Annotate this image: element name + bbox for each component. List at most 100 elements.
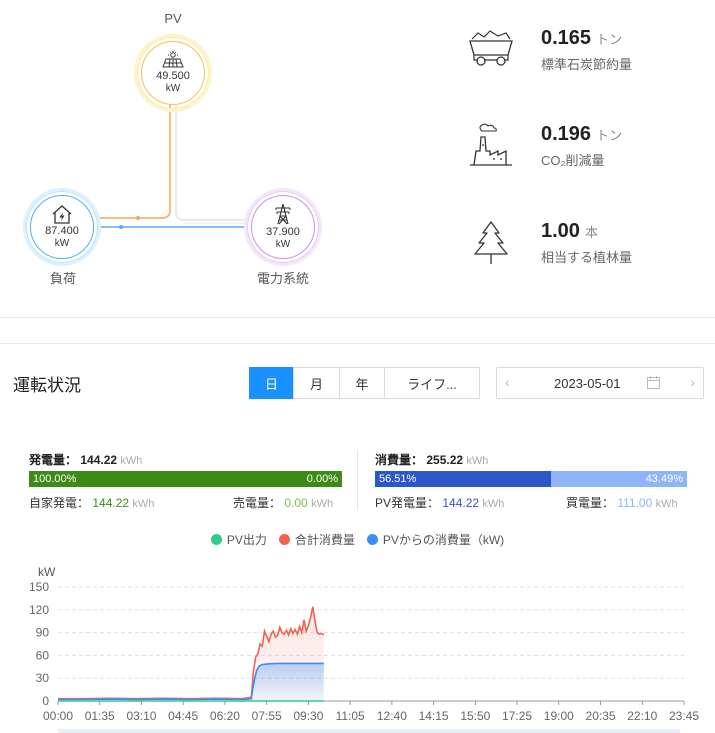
y-tick-label: 90 [36, 626, 50, 640]
stat-co2-label: CO₂削減量 [541, 153, 605, 168]
x-tick-label: 04:45 [168, 709, 198, 723]
pv-flow-line-shadow [175, 104, 246, 221]
tab-lifetime[interactable]: ライフ... [384, 367, 480, 399]
consumption-pv-pct: 56.51% [379, 473, 417, 485]
power-tower-icon [275, 203, 291, 225]
generation-self-unit: kWh [132, 498, 155, 510]
tab-month[interactable]: 月 [293, 367, 340, 399]
stat-trees-value: 1.00 [541, 220, 580, 242]
x-tick-label: 15:50 [460, 709, 490, 723]
x-tick-label: 19:00 [544, 709, 574, 723]
pv-flow-line [99, 104, 171, 219]
generation-header: 発電量： 144.22 kWh [29, 451, 142, 468]
grid-value: 37.900 [266, 226, 300, 238]
generation-sell-value: 0.00 [284, 496, 308, 510]
consumption-buy-pct: 43.49% [645, 473, 683, 485]
stat-trees-unit: 本 [584, 225, 598, 240]
consumption-label: 消費量： [375, 453, 424, 467]
consumption-buy-value: 111.00 [617, 496, 653, 510]
energy-flow-diagram: PV 49.500 kW 87.400 kW 負荷 37.900 kW 電力系統 [0, 0, 440, 300]
date-value[interactable]: 2023-05-01 [554, 376, 621, 391]
calendar-icon[interactable] [647, 376, 660, 389]
y-tick-label: 0 [42, 694, 49, 708]
generation-self-segment: 100.00% 0.00% [29, 471, 342, 487]
chart-legend: PV出力 合計消費量 PVからの消費量（kW) [0, 531, 715, 548]
chevron-left-icon[interactable]: ‹ [505, 374, 510, 390]
generation-self-row: 自家発電： 144.22 kWh [29, 494, 154, 511]
generation-sell-row: 売電量： 0.00 kWh [233, 494, 333, 511]
stat-coal-value-wrap: 0.165 トン [541, 27, 622, 50]
generation-unit: kWh [120, 455, 143, 467]
stat-coal-saved: 0.165 トン 標準石炭節約量 [468, 27, 708, 77]
pv-value: 49.500 [156, 70, 190, 82]
generation-sell-pct: 0.00% [306, 473, 338, 485]
pv-unit: kW [165, 83, 181, 94]
consumption-pv-label: PV発電量： [375, 496, 440, 510]
grid-unit: kW [275, 239, 291, 250]
load-unit: kW [54, 237, 70, 249]
consumption-header: 消費量： 255.22 kWh [375, 451, 488, 468]
power-chart[interactable]: kW 0 30 60 90 120 150 00:00 01:35 03:10 04:45 06:20… [0, 560, 715, 730]
stat-trees-label: 相当する植林量 [541, 250, 633, 265]
grid-label: 電力系統 [256, 271, 309, 286]
consumption-buy-label: 買電量： [566, 496, 615, 510]
generation-label: 発電量： [29, 453, 78, 467]
grid-node[interactable]: 37.900 kW [244, 188, 322, 266]
stat-co2-unit: トン [596, 128, 623, 143]
consumption-buy-unit: kWh [655, 498, 678, 510]
legend-dot [210, 534, 222, 545]
chevron-right-icon[interactable]: › [690, 374, 695, 390]
legend-label: 合計消費量 [294, 533, 355, 547]
pv-node[interactable]: 49.500 kW [134, 34, 212, 112]
consumption-pv-value: 144.22 [442, 496, 480, 510]
consumption-value: 255.22 [426, 453, 464, 467]
x-tick-label: 00:00 [43, 709, 73, 723]
coal-cart-icon [469, 30, 513, 66]
consumption-buy-row: 買電量： 111.00 kWh [566, 494, 678, 511]
x-tick-label: 20:35 [586, 709, 616, 723]
solar-panel-icon [162, 51, 184, 68]
summary-divider [357, 450, 358, 510]
chart-zoom-slider[interactable] [58, 729, 680, 733]
consumption-pv-row: PV発電量： 144.22 kWh [375, 494, 504, 511]
stat-co2-reduced: 0.196 トン CO₂削減量 [468, 123, 708, 173]
legend-label: PVからの消費量（kW) [382, 533, 505, 547]
stat-coal-unit: トン [596, 32, 623, 47]
legend-dot [366, 534, 378, 545]
load-value: 87.400 [45, 224, 79, 237]
legend-label: PV出力 [226, 533, 267, 547]
legend-dot [278, 534, 290, 545]
generation-bar: 100.00% 0.00% [29, 471, 342, 487]
x-tick-label: 06:20 [210, 709, 240, 723]
x-tick-label: 11:05 [336, 709, 365, 723]
legend-item-pv-consumption[interactable]: PVからの消費量（kW) [366, 531, 505, 548]
tab-day[interactable]: 日 [249, 367, 294, 399]
y-tick-label: 60 [36, 648, 50, 662]
house-icon [52, 204, 72, 224]
grid-flow-dot [119, 225, 123, 229]
load-node[interactable]: 87.400 kW [23, 188, 101, 266]
consumption-pv-unit: kWh [482, 498, 505, 510]
tab-year[interactable]: 年 [339, 367, 385, 399]
x-tick-label: 03:10 [126, 709, 156, 723]
stat-trees-planted: 1.00 本 相当する植林量 [468, 220, 708, 270]
divider [0, 317, 715, 318]
stat-coal-value: 0.165 [541, 27, 592, 49]
consumption-buy-segment: 43.49% [551, 471, 687, 487]
consumption-bar: 56.51% 43.49% [375, 471, 687, 487]
factory-icon [470, 123, 512, 166]
tree-icon [474, 221, 508, 264]
x-tick-label: 07:55 [252, 709, 282, 723]
stat-coal-label: 標準石炭節約量 [541, 57, 633, 72]
generation-value: 144.22 [80, 453, 118, 467]
legend-item-total-consumption[interactable]: 合計消費量 [278, 531, 355, 548]
x-tick-label: 01:35 [85, 709, 115, 723]
stat-co2-value-wrap: 0.196 トン [541, 123, 622, 146]
pv-label: PV [164, 11, 182, 26]
series-area [58, 663, 324, 701]
divider [0, 343, 715, 344]
date-picker[interactable]: ‹ 2023-05-01 › [496, 367, 704, 399]
legend-item-pv-output[interactable]: PV出力 [210, 531, 267, 548]
x-tick-label: 22:10 [627, 709, 657, 723]
y-axis-label: kW [38, 565, 56, 579]
